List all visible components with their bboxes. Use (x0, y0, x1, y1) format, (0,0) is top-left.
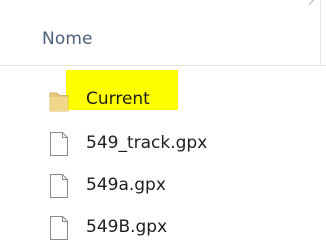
list-item-current[interactable]: Current (0, 83, 326, 117)
list-item-549b-gpx[interactable]: 549B.gpx (0, 211, 326, 245)
list-item-549a-gpx[interactable]: 549a.gpx (0, 169, 326, 203)
column-header-name[interactable]: Nome (42, 29, 93, 49)
file-icon (48, 131, 70, 157)
file-icon (48, 173, 70, 199)
list-item-549-track-gpx[interactable]: 549_track.gpx (0, 127, 326, 161)
column-header-bar: Nome (0, 0, 326, 66)
file-icon (48, 215, 70, 241)
file-explorer-list: Nome Current 549_track.gpx 549a.gpx 549B… (0, 0, 326, 246)
list-item-label: 549a.gpx (86, 175, 166, 195)
folder-icon (48, 87, 70, 113)
column-divider[interactable] (320, 0, 321, 66)
list-item-label: 549B.gpx (86, 217, 168, 237)
list-item-label: 549_track.gpx (86, 133, 208, 153)
list-item-label: Current (86, 89, 150, 109)
